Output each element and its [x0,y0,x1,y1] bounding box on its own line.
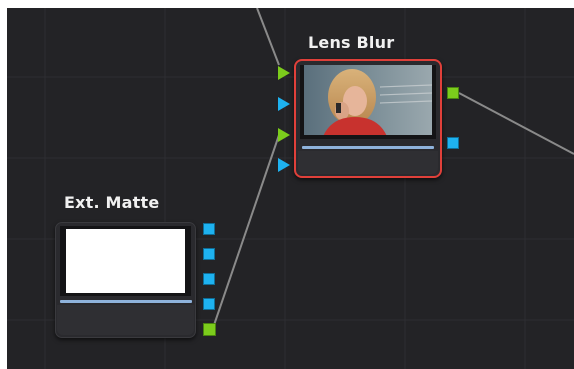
ext-matte-output-1[interactable] [203,223,215,235]
lens-blur-output-green[interactable] [447,87,459,99]
lens-blur-progress-stripe [302,146,434,149]
ext-matte-footer [57,305,194,335]
lens-blur-input-4[interactable] [278,158,290,172]
ext-matte-thumbnail [60,226,191,296]
wire-ext-matte-to-lens-blur [212,134,280,329]
lens-blur-thumbnail [300,65,436,139]
ext-matte-preview-image [66,229,185,293]
ext-matte-title: Ext. Matte [64,193,160,212]
lens-blur-output-blue[interactable] [447,137,459,149]
lens-blur-node[interactable] [294,59,442,178]
lens-blur-input-1[interactable] [278,66,290,80]
lens-blur-input-3[interactable] [278,128,290,142]
ext-matte-progress-stripe [60,300,192,303]
lens-blur-input-2[interactable] [278,97,290,111]
wire-top-to-lens-blur [256,8,280,66]
wire-lens-blur-output [458,92,574,155]
ext-matte-node[interactable] [55,222,196,338]
node-editor-frame: Lens Blur Ext. Matte [0,0,574,369]
ext-matte-output-4[interactable] [203,298,215,310]
lens-blur-preview-image [300,65,436,139]
ext-matte-output-2[interactable] [203,248,215,260]
node-graph-canvas[interactable]: Lens Blur Ext. Matte [7,8,574,369]
lens-blur-footer [298,151,438,174]
ext-matte-output-5[interactable] [203,323,216,336]
ext-matte-output-3[interactable] [203,273,215,285]
lens-blur-title: Lens Blur [308,33,395,52]
